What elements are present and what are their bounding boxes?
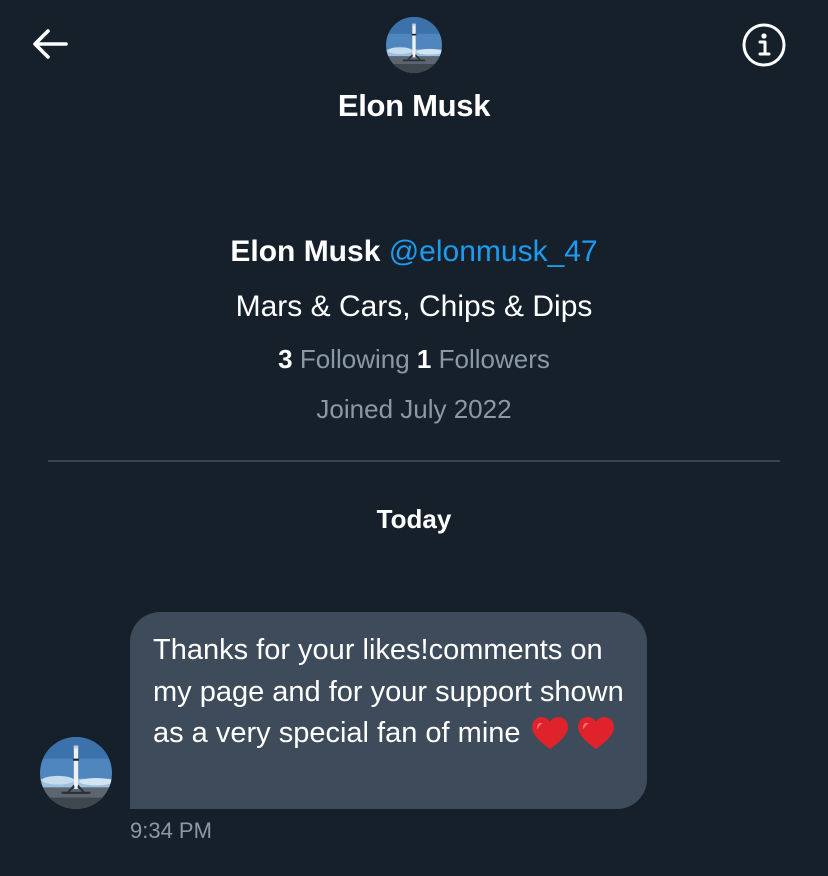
info-circle-icon <box>742 23 786 67</box>
profile-handle[interactable]: @elonmusk_47 <box>389 235 598 268</box>
arrow-left-icon <box>33 29 68 59</box>
header-avatar[interactable] <box>386 17 442 73</box>
heart-emoji-icon <box>531 716 569 763</box>
followers-stat[interactable]: 1 Followers <box>417 344 550 374</box>
heart-emoji-icon <box>577 716 615 763</box>
profile-stats: 3 Following 1 Followers <box>0 342 828 376</box>
message-avatar[interactable] <box>40 737 112 809</box>
conversation-header: Elon Musk <box>0 0 828 140</box>
joined-date: Joined July 2022 <box>316 394 512 424</box>
message-timestamp: 9:34 PM <box>130 818 212 843</box>
followers-label: Followers <box>438 344 550 374</box>
followers-count: 1 <box>416 344 432 374</box>
profile-identity: Elon Musk @elonmusk_47 <box>0 228 828 276</box>
message-bubble[interactable]: Thanks for your likes!comments on my pag… <box>130 612 647 809</box>
following-label: Following <box>299 344 410 374</box>
profile-summary[interactable]: Elon Musk @elonmusk_47 Mars & Cars, Chip… <box>0 228 828 426</box>
day-separator: Today <box>376 504 452 534</box>
back-button[interactable] <box>28 24 72 64</box>
divider <box>48 460 780 462</box>
info-button[interactable] <box>740 23 788 67</box>
following-count: 3 <box>278 344 293 374</box>
following-stat[interactable]: 3 Following <box>278 344 410 374</box>
profile-bio: Mars & Cars, Chips & Dips <box>235 290 593 323</box>
page-title: Elon Musk <box>337 88 491 123</box>
profile-name: Elon Musk <box>230 235 381 268</box>
